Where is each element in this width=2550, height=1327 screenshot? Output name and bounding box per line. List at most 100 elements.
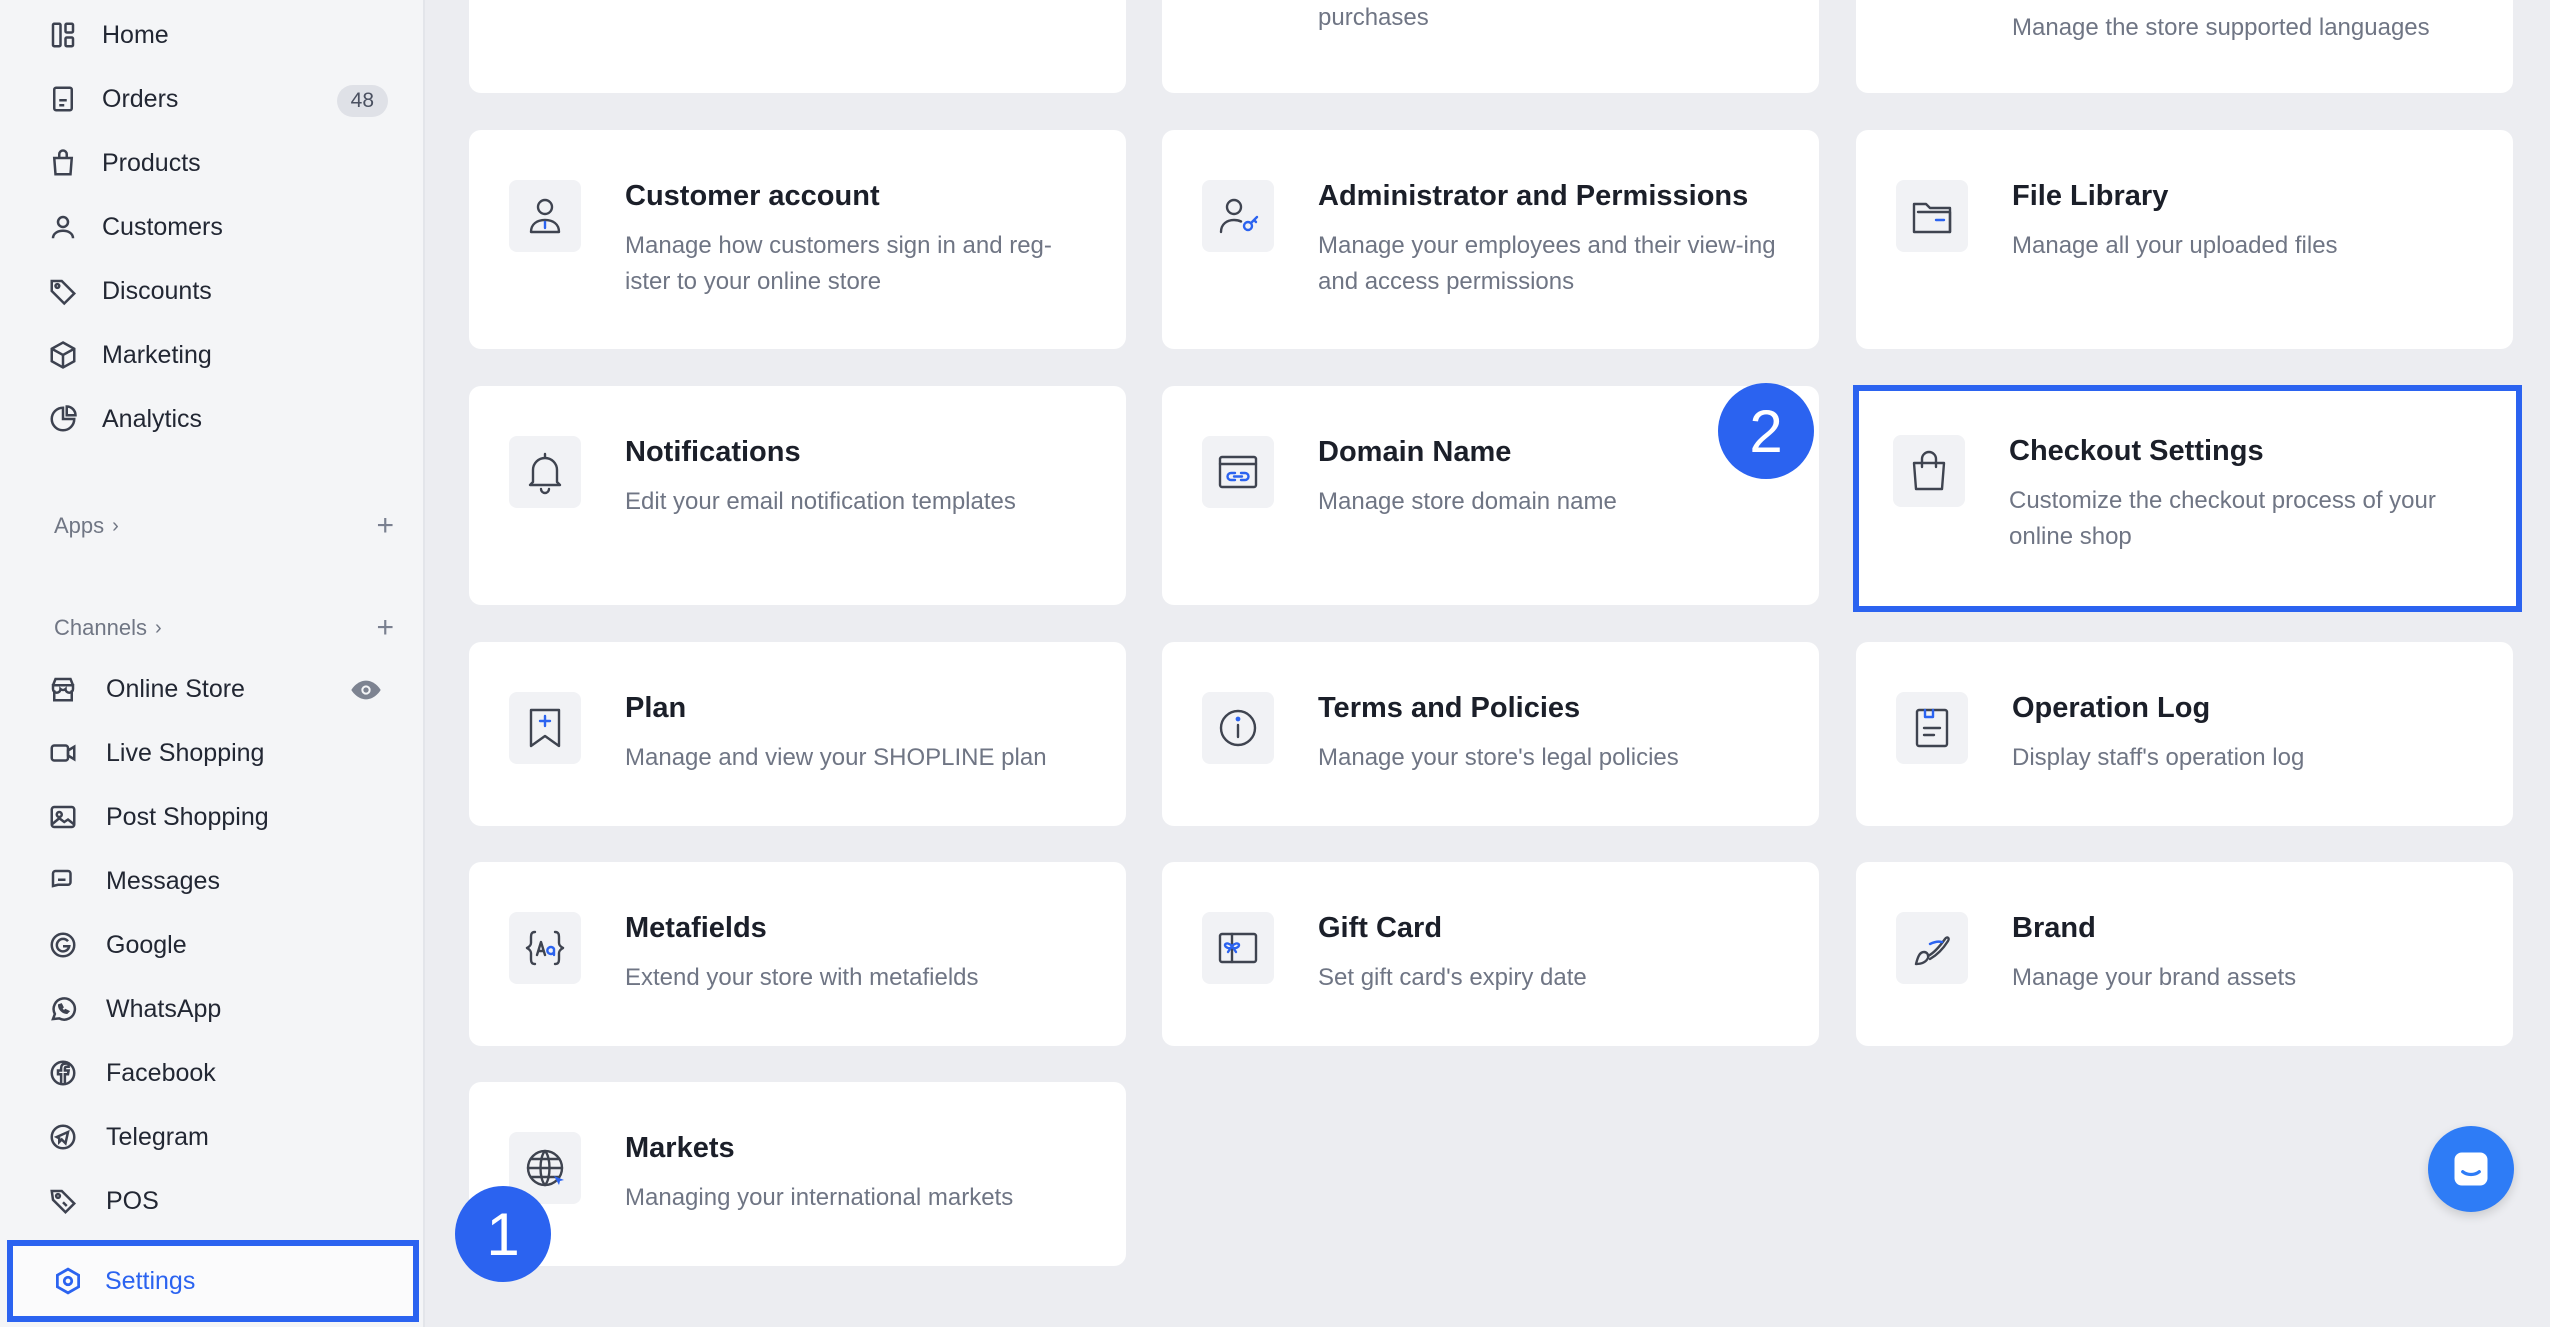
settings-card-markets[interactable]: Markets Managing your international mark… — [469, 1082, 1126, 1266]
settings-card-customer-account[interactable]: Customer account Manage how customers si… — [469, 130, 1126, 349]
sidebar-item-label: Discounts — [102, 276, 212, 305]
apps-label: Apps — [54, 513, 105, 538]
settings-card-plan[interactable]: Plan Manage and view your SHOPLINE plan — [469, 642, 1126, 826]
sidebar-item-live-shopping[interactable]: Live Shopping — [28, 725, 398, 781]
card-description: Customize the checkout process of your o… — [2009, 487, 2436, 550]
tag-icon — [44, 272, 82, 310]
settings-card-administrator[interactable]: Administrator and Permissions Manage you… — [1162, 130, 1819, 349]
card-description: Managing your international markets — [625, 1184, 1014, 1211]
pos-tag-icon — [44, 1182, 82, 1220]
eye-icon[interactable] — [350, 674, 382, 706]
sidebar-item-label: Telegram — [106, 1122, 209, 1151]
sidebar-item-label: Settings — [105, 1266, 196, 1295]
card-description: Display staff's operation log — [2012, 744, 2305, 771]
card-description: Manage the store supported languages — [2012, 14, 2430, 41]
domain-link-icon — [1202, 436, 1274, 508]
card-title: Notifications — [625, 436, 801, 468]
settings-hex-icon — [51, 1264, 85, 1298]
card-title: Customer account — [625, 180, 880, 212]
chat-bubbles-icon — [44, 862, 82, 900]
chat-support-button[interactable] — [2428, 1126, 2514, 1212]
sidebar-item-whatsapp[interactable]: WhatsApp — [28, 981, 398, 1037]
sidebar-item-settings[interactable]: Settings — [7, 1240, 419, 1322]
card-title: Operation Log — [2012, 692, 2211, 724]
settings-card-file-library[interactable]: File Library Manage all your uploaded fi… — [1856, 130, 2513, 349]
bell-icon — [509, 436, 581, 508]
add-app-icon[interactable]: + — [376, 509, 394, 543]
sidebar-item-orders[interactable]: Orders 48 — [28, 71, 398, 127]
sidebar-item-label: Analytics — [102, 404, 203, 433]
sidebar-item-customers[interactable]: Customers — [28, 199, 398, 255]
sidebar: Home Orders 48 Products Customers Discou… — [0, 0, 425, 1327]
card-title: Markets — [625, 1132, 735, 1164]
card-description: Set gift card's expiry date — [1318, 964, 1587, 991]
person-icon — [44, 208, 82, 246]
card-description: Manage store domain name — [1318, 488, 1617, 515]
sidebar-item-label: Facebook — [106, 1058, 216, 1087]
brush-icon — [1896, 912, 1968, 984]
add-channel-icon[interactable]: + — [376, 611, 394, 645]
settings-card-brand[interactable]: Brand Manage your brand assets — [1856, 862, 2513, 1046]
info-icon — [1202, 692, 1274, 764]
settings-card-languages[interactable]: Manage the store supported languages — [1856, 0, 2513, 93]
sidebar-item-label: Home — [102, 20, 169, 49]
facebook-icon — [44, 1054, 82, 1092]
card-title: Terms and Policies — [1318, 692, 1581, 724]
card-description: Manage your employees and their view-ing… — [1318, 232, 1776, 295]
settings-card-partial-left[interactable] — [469, 0, 1126, 93]
sidebar-item-home[interactable]: Home — [28, 7, 398, 63]
sidebar-item-messages[interactable]: Messages — [28, 853, 398, 909]
pie-chart-icon — [44, 400, 82, 438]
sidebar-item-label: Products — [102, 148, 201, 177]
sidebar-item-label: Google — [106, 930, 187, 959]
sidebar-item-label: Marketing — [102, 340, 212, 369]
sidebar-item-products[interactable]: Products — [28, 135, 398, 191]
sidebar-item-marketing[interactable]: Marketing — [28, 327, 398, 383]
card-description: Manage your brand assets — [2012, 964, 2297, 991]
settings-card-terms[interactable]: Terms and Policies Manage your store's l… — [1162, 642, 1819, 826]
image-icon — [44, 798, 82, 836]
chevron-right-icon: › — [154, 616, 162, 639]
card-description: Manage all your uploaded files — [2012, 232, 2338, 259]
sidebar-item-online-store[interactable]: Online Store — [28, 661, 398, 717]
card-title: Brand — [2012, 912, 2096, 944]
sidebar-item-analytics[interactable]: Analytics — [28, 391, 398, 447]
sidebar-item-post-shopping[interactable]: Post Shopping — [28, 789, 398, 845]
telegram-icon — [44, 1118, 82, 1156]
apps-section-header[interactable]: Apps › + — [54, 506, 394, 546]
card-description: purchases — [1318, 4, 1429, 31]
sidebar-item-telegram[interactable]: Telegram — [28, 1109, 398, 1165]
sidebar-item-label: Online Store — [106, 674, 245, 703]
folder-icon — [1896, 180, 1968, 252]
channels-section-header[interactable]: Channels › + — [54, 608, 394, 648]
cube-icon — [44, 336, 82, 374]
card-description: Edit your email notification templates — [625, 488, 1016, 515]
home-icon — [44, 16, 82, 54]
sidebar-item-discounts[interactable]: Discounts — [28, 263, 398, 319]
card-title: Gift Card — [1318, 912, 1443, 944]
card-title: Plan — [625, 692, 687, 724]
channels-label: Channels — [54, 615, 147, 640]
settings-card-operation-log[interactable]: Operation Log Display staff's operation … — [1856, 642, 2513, 826]
store-icon — [44, 670, 82, 708]
gift-card-icon — [1202, 912, 1274, 984]
sidebar-item-google[interactable]: Google — [28, 917, 398, 973]
sidebar-item-label: WhatsApp — [106, 994, 222, 1023]
google-icon — [44, 926, 82, 964]
settings-card-gift-card[interactable]: Gift Card Set gift card's expiry date — [1162, 862, 1819, 1046]
card-title: Administrator and Permissions — [1318, 180, 1749, 212]
step-marker-1: 1 — [455, 1186, 551, 1282]
settings-card-partial-middle[interactable]: purchases — [1162, 0, 1819, 93]
sidebar-item-label: Post Shopping — [106, 802, 269, 831]
bookmark-plus-icon — [509, 692, 581, 764]
admin-key-icon — [1202, 180, 1274, 252]
bag-icon — [44, 144, 82, 182]
sidebar-item-facebook[interactable]: Facebook — [28, 1045, 398, 1101]
settings-card-metafields[interactable]: Metafields Extend your store with metafi… — [469, 862, 1126, 1046]
card-title: Domain Name — [1318, 436, 1512, 468]
settings-card-checkout[interactable]: Checkout Settings Customize the checkout… — [1853, 385, 2522, 612]
sidebar-item-pos[interactable]: POS — [28, 1173, 398, 1229]
card-description: Manage how customers sign in and reg-ist… — [625, 232, 1052, 295]
sidebar-item-label: POS — [106, 1186, 159, 1215]
settings-card-notifications[interactable]: Notifications Edit your email notificati… — [469, 386, 1126, 605]
